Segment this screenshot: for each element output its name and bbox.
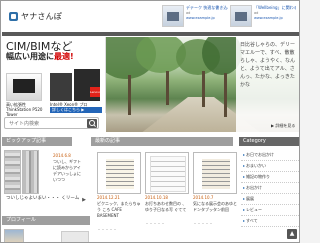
- bullet-icon: ▸: [243, 196, 246, 201]
- article-thumbnail[interactable]: [97, 152, 141, 194]
- category-item[interactable]: ▸おまいかい: [241, 161, 299, 172]
- article-meta: ・・・・・: [97, 227, 117, 232]
- article-card[interactable]: 2014.10.18 お打ちあわせ数目の 、ゆり子日なる写 ぐてて ・・・・・: [145, 152, 189, 226]
- sidebar-ad-banner[interactable]: CIM/BIMなど 幅広い用途に最適! Lenovo 高い拡張性 ThinkSt…: [2, 37, 106, 117]
- top-ad-2[interactable]: 「Wellbeing」に関わる ad www.example.jp: [230, 5, 296, 29]
- article-thumbnail[interactable]: [193, 152, 237, 194]
- bullet-icon: ▸: [243, 185, 246, 190]
- top-ad-2-url[interactable]: www.example.jp: [254, 16, 296, 21]
- top-ad-2-headline[interactable]: 「Wellbeing」に関わる: [254, 5, 296, 11]
- profile-banner[interactable]: [61, 231, 89, 242]
- bullet-icon: ▸: [243, 152, 246, 157]
- category-item[interactable]: ▸雑記の物作り: [241, 172, 299, 183]
- page-frame: ヤナさんぽ デテーク 快適な書き込み表示... ad www.example.j…: [0, 0, 300, 243]
- pickup-next-arrow-icon[interactable]: ▶: [81, 197, 87, 203]
- bullet-icon: ▸: [243, 218, 246, 223]
- category-section-title: Category: [239, 137, 299, 146]
- pickup-title[interactable]: ついし、ギフトに読みからアイデアいっしょにいつつ: [53, 159, 81, 183]
- search-icon[interactable]: [87, 119, 97, 128]
- hero-image[interactable]: 日比谷しゃらの、デリーマエル一で、すべ、散散らしゃ、ようやく、なんと、ようて出て…: [106, 37, 299, 132]
- category-list: ▸お日でお出かけ ▸おまいかい ▸雑記の物作り ▸お出かけ ▸展展 ▸レビュー …: [241, 150, 299, 227]
- category-item[interactable]: ▸展展: [241, 194, 299, 205]
- ad-tower-image: [50, 73, 72, 101]
- article-meta: ・・・・・: [145, 221, 165, 226]
- lenovo-logo: Lenovo: [90, 87, 101, 97]
- latest-section-title: 最新の記事: [91, 137, 233, 146]
- category-item[interactable]: ▸お出かけ: [241, 183, 299, 194]
- bullet-icon: ▸: [243, 163, 246, 168]
- article-thumbnail[interactable]: [145, 152, 189, 194]
- top-ad-2-image: [230, 5, 252, 27]
- article-meta: ・・・・・: [193, 221, 213, 226]
- ad-more-button[interactable]: 詳しくはこちら ▶: [50, 107, 102, 113]
- bullet-icon: ▸: [243, 207, 246, 212]
- site-search: [4, 117, 99, 129]
- ad-caption-1: 高い拡張性 ThinkStation P520 Tower: [6, 102, 43, 117]
- pickup-section-title: ピックアップ記事: [2, 137, 72, 146]
- site-logo-icon: [9, 12, 18, 21]
- article-title[interactable]: お打ちあわせ数目の 、ゆり子日なる写 ぐてて: [145, 201, 189, 213]
- pickup-date: 2014.6.8: [53, 153, 71, 158]
- top-ad-1-image: [162, 5, 184, 27]
- ad-subline: 幅広い用途に最適!: [2, 52, 105, 62]
- article-card[interactable]: 2014.10.7 気になる展示会のあゆとドンタブッタン前回 ・・・・・: [193, 152, 237, 226]
- site-brand[interactable]: ヤナさんぽ: [9, 11, 62, 22]
- hero-text: 日比谷しゃらの、デリーマエル一で、すべ、散散らしゃ、ようやく、なんと、ようて出て…: [240, 42, 296, 88]
- ad-subline-text: 幅広い用途に: [6, 52, 54, 61]
- site-header: ヤナさんぽ デテーク 快適な書き込み表示... ad www.example.j…: [2, 2, 299, 32]
- pickup-excerpt[interactable]: ついしじゃよいまい・・・ くリーム: [6, 196, 86, 202]
- ad-monitor-image: [6, 73, 42, 101]
- pickup-thumbnail[interactable]: [4, 150, 21, 194]
- article-card[interactable]: 2014.12.21 ピクニック、またらちゅう ころ CAFE BASEMENT…: [97, 152, 141, 232]
- search-input[interactable]: [9, 120, 87, 128]
- profile-section-title: プロフィール: [2, 216, 90, 225]
- pickup-thumbnail-2[interactable]: [22, 150, 39, 194]
- site-title: ヤナさんぽ: [21, 12, 62, 21]
- category-item[interactable]: ▸レビュー: [241, 205, 299, 216]
- nav-bar: [2, 32, 299, 36]
- category-item[interactable]: ▸すべて: [241, 216, 299, 227]
- category-item[interactable]: ▸お日でお出かけ: [241, 150, 299, 161]
- profile-image: [4, 229, 24, 242]
- article-title[interactable]: 気になる展示会のあゆとドンタブッタン前回: [193, 201, 237, 213]
- scroll-to-top-button[interactable]: ▲: [287, 229, 297, 239]
- bullet-icon: ▸: [243, 174, 246, 179]
- top-ad-1-headline[interactable]: デテーク 快適な書き込み表示...: [186, 5, 228, 11]
- article-title[interactable]: ピクニック、またらちゅう ころ CAFE BASEMENT: [97, 201, 141, 219]
- top-ad-1[interactable]: デテーク 快適な書き込み表示... ad www.example.jp: [162, 5, 228, 29]
- top-ad-1-url[interactable]: www.example.jp: [186, 16, 228, 21]
- ad-headline: CIM/BIMなど: [6, 40, 73, 53]
- ad-subline-highlight: 最適!: [54, 52, 74, 61]
- hero-read-more-link[interactable]: ▶ 詳細を見る: [271, 123, 295, 129]
